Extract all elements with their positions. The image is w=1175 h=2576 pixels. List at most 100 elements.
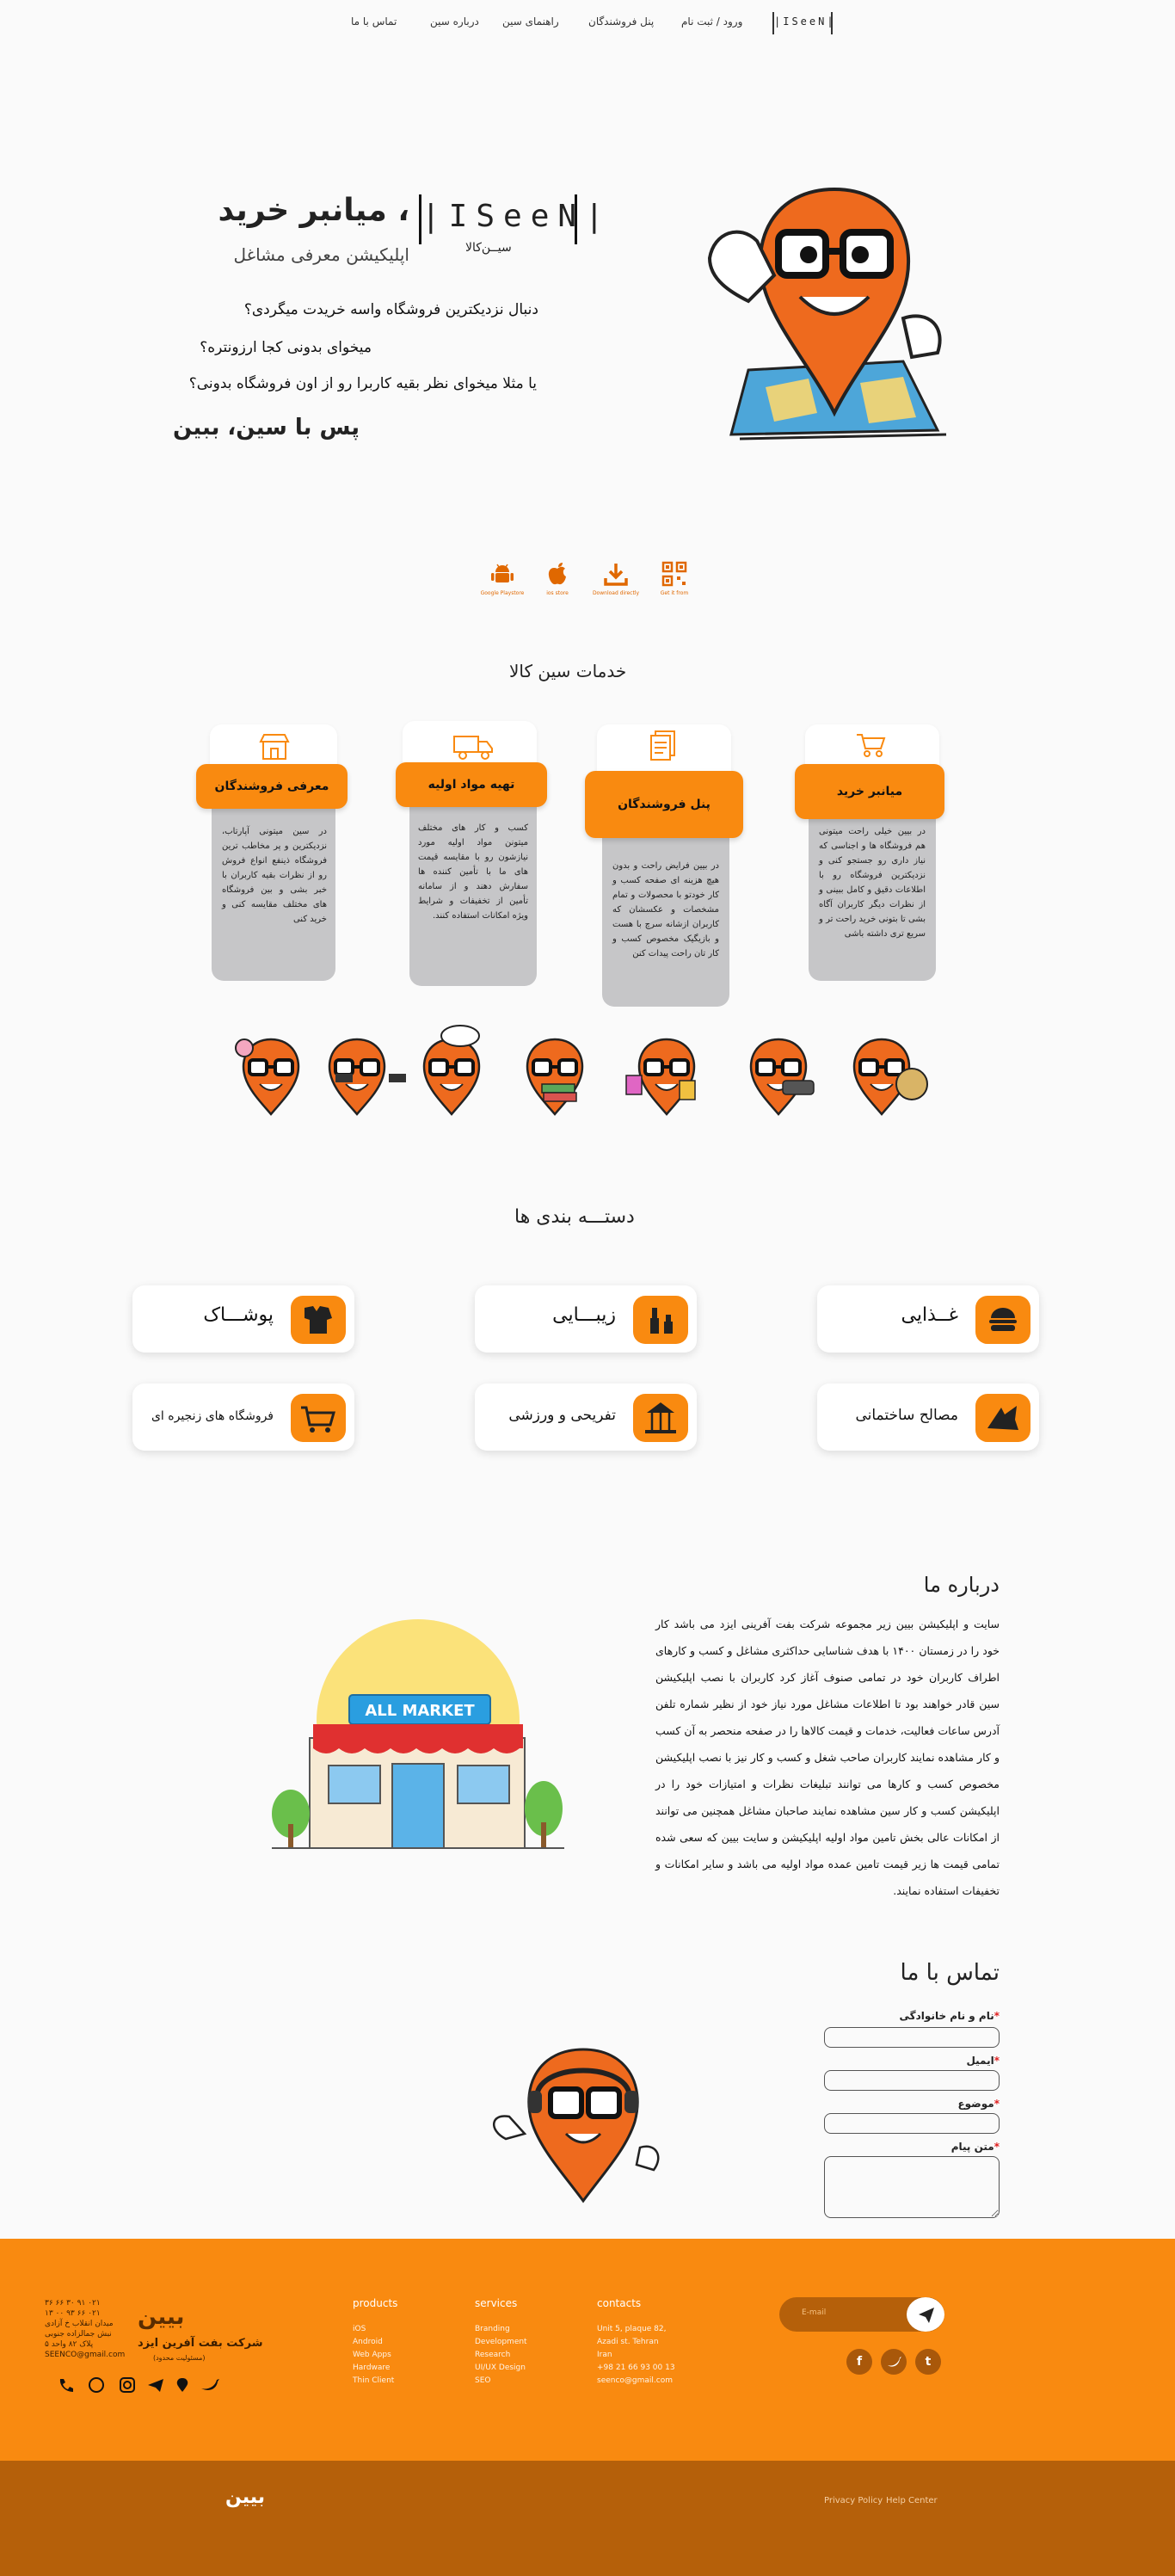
footer-company-logo: بیین [138, 2304, 185, 2330]
category-chain-stores[interactable]: فروشگاه های زنجیره ای [132, 1384, 354, 1451]
email-label: *ایمیل [966, 2055, 1000, 2067]
phone-icon [59, 2379, 73, 2392]
newsletter-email-field[interactable]: E-mail [779, 2297, 944, 2332]
subject-input[interactable] [824, 2113, 1000, 2134]
send-button[interactable] [907, 2297, 944, 2332]
privacy-policy-link[interactable]: Privacy Policy [824, 2496, 883, 2505]
subject-label: *موضوع [957, 2098, 1000, 2110]
footer-contacts-item: seenco@gmail.com [597, 2376, 674, 2385]
footer-email: SEENCO@gmail.com [45, 2351, 126, 2359]
footer-products-link[interactable]: iOS [353, 2325, 366, 2333]
nav-contact-link[interactable]: تماس با ما [351, 15, 397, 28]
footer-products-link[interactable]: Web Apps [353, 2351, 391, 2359]
tumblr-icon[interactable]: t [915, 2349, 941, 2375]
name-input[interactable] [824, 2027, 1000, 2048]
footer-services-link[interactable]: UI/UX Design [475, 2363, 526, 2372]
service-body: در بیین خیلی راحت میتونی هم فروشگاه ها و… [819, 827, 926, 939]
service-body: در بیین فرایض راحت و بدون هیچ هزینه ای ص… [612, 861, 719, 958]
footer-company-suffix: (مسئولیت محدود) [153, 2354, 206, 2362]
cosmetics-icon [633, 1296, 688, 1344]
market-sign: ALL MARKET [365, 1702, 475, 1720]
service-title: تهیه مواد اولیه [396, 762, 547, 807]
document-icon [650, 730, 675, 761]
support-mascot-image [492, 2048, 660, 2203]
footer-products-title: products [353, 2297, 398, 2309]
send-icon [919, 2308, 934, 2323]
twitter-social-icon[interactable] [881, 2349, 907, 2375]
service-body: کسب و کار های مختلف میتونن مواد اولیه مو… [418, 823, 528, 921]
services-title: خدمات سین کالا [509, 661, 627, 681]
footer-contacts-item: Unit 5, plaque 82, [597, 2325, 667, 2333]
instagram-icon [120, 2377, 135, 2393]
download-ios[interactable]: ios store [532, 561, 583, 596]
hero-mascot-image [707, 187, 947, 441]
building-materials-icon [975, 1394, 1030, 1442]
download-label: Google Playstore [480, 590, 525, 596]
footer-social-icons [59, 2377, 219, 2393]
clothing-icon [291, 1296, 346, 1344]
category-label: فروشگاه های زنجیره ای [151, 1409, 274, 1423]
category-beauty[interactable]: زیبـــایی [475, 1285, 697, 1353]
android-icon [491, 564, 514, 582]
nav-logo[interactable]: |ISeeN| [772, 12, 834, 34]
email-input[interactable] [824, 2070, 1000, 2091]
shopping-cart-icon [291, 1394, 346, 1442]
footer-contacts-item: Azadi st. Tehran [597, 2338, 659, 2346]
download-direct[interactable]: Download directly [590, 561, 642, 596]
footer-products-link[interactable]: Thin Client [353, 2376, 394, 2385]
apple-icon [548, 563, 566, 585]
whatsapp-icon [89, 2377, 104, 2393]
download-android[interactable]: Google Playstore [477, 561, 528, 596]
hero-subtitle: اپلیکیشن معرفی مشاغل [233, 244, 409, 265]
footer-contacts-item: Iran [597, 2351, 612, 2359]
top-nav: |ISeeN| ورود / ثبت نام پنل فروشندگان راه… [0, 0, 1175, 45]
email-placeholder: E-mail [802, 2308, 827, 2317]
name-label: *نام و نام خانوادگی [899, 2010, 1000, 2022]
hero-question-1: دنبال نزدیکترین فروشگاه واسه خریدت میگرد… [243, 301, 538, 318]
footer-products-link[interactable]: Hardware [353, 2363, 390, 2372]
hero-question-2: میخوای بدونی کجا ارزونتره؟ [200, 339, 372, 356]
footer-services-link[interactable]: Research [475, 2351, 510, 2359]
download-qr[interactable]: Get it from [649, 561, 700, 596]
message-label: *متن پیام [950, 2141, 1000, 2153]
footer [0, 2239, 1175, 2461]
shop-icon [259, 734, 290, 760]
category-label: پوشـــاک [203, 1304, 274, 1326]
category-food[interactable]: غــذایی [817, 1285, 1039, 1353]
nav-login-link[interactable]: ورود / ثبت نام [681, 15, 742, 28]
footer-bottom-logo: بیین [225, 2487, 266, 2508]
hero-logo: |ISeeN| [419, 194, 604, 244]
footer-services-link[interactable]: Branding [475, 2325, 510, 2333]
service-title: معرفی فروشندگان [196, 764, 348, 809]
qr-code-icon [661, 561, 687, 587]
service-title: پنل فروشندگان [585, 771, 743, 838]
footer-services-link[interactable]: SEO [475, 2376, 490, 2385]
download-label: ios store [546, 590, 569, 596]
category-clothing[interactable]: پوشـــاک [132, 1285, 354, 1353]
truck-icon [453, 736, 493, 760]
facebook-icon[interactable]: f [846, 2349, 872, 2375]
category-label: تفریحی و ورزشی [508, 1407, 616, 1424]
nav-about-link[interactable]: درباره سین [430, 15, 479, 28]
footer-products-link[interactable]: Android [353, 2338, 383, 2346]
footer-contacts-title: contacts [597, 2297, 642, 2309]
message-textarea[interactable] [824, 2156, 1000, 2218]
nav-guide-link[interactable]: راهنمای سین [502, 15, 559, 28]
carousel-icon [633, 1394, 688, 1442]
about-body: سایت و اپلیکیشن بیین زیر مجموعه شرکت بفت… [655, 1618, 1000, 1897]
footer-services-title: services [475, 2297, 518, 2309]
category-building-materials[interactable]: مصالح ساختمانی [817, 1384, 1039, 1451]
telegram-icon [148, 2379, 163, 2392]
footer-services-link[interactable]: Development [475, 2338, 527, 2346]
cart-icon [857, 734, 886, 757]
help-center-link[interactable]: Help Center [886, 2496, 938, 2505]
footer-company-name: شرکت بفت آفرین ایزد [138, 2337, 263, 2350]
category-recreation-sports[interactable]: تفریحی و ورزشی [475, 1384, 697, 1451]
market-illustration-image: ALL MARKET [272, 1619, 564, 1849]
nav-sellers-panel-link[interactable]: پنل فروشندگان [588, 15, 654, 28]
footer-address-1: میدان انقلاب خ آزادی [45, 2320, 114, 2328]
footer-phone-1: ۰۲۱ ۹۱ ۳۰ ۶۶ ۳۶ [45, 2299, 101, 2308]
location-icon [176, 2378, 188, 2392]
footer-contacts-item: +98 21 66 93 00 13 [597, 2363, 675, 2372]
about-title: درباره ما [923, 1573, 1000, 1597]
